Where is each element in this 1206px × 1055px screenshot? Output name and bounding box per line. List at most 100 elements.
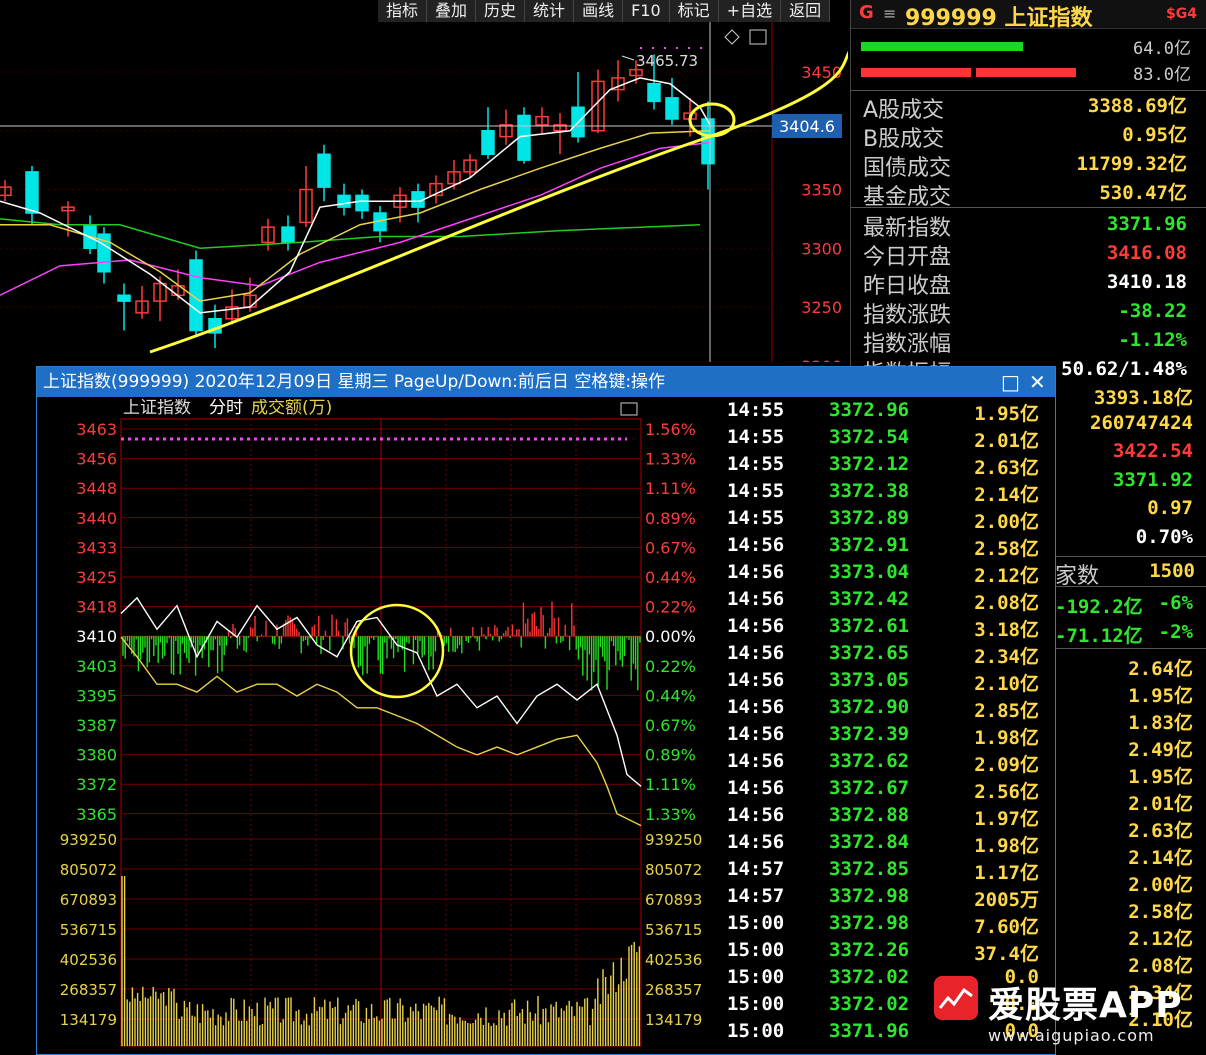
tick-price: 3372.02 [829, 966, 910, 988]
toolbar-button-7[interactable]: +自选 [718, 0, 782, 22]
row-value: 530.47亿 [1099, 182, 1187, 204]
volume-value: 2.01亿 [1128, 793, 1193, 815]
volume-tick-label: 670893 [645, 891, 702, 909]
fund-flow-amount: -192.2亿 [1055, 596, 1143, 618]
group-icon[interactable]: G [859, 2, 874, 23]
pct-tick-label: 1.56% [645, 420, 696, 439]
tick-time: 14:56 [727, 669, 785, 691]
tick-price: 3372.38 [829, 480, 910, 502]
tick-row: 14:56 3372.39 1.98亿 [721, 723, 1053, 750]
mode-label[interactable]: 分时 [209, 399, 243, 418]
tick-volume: 2.14亿 [974, 484, 1039, 506]
tick-price: 3371.96 [829, 1020, 910, 1042]
tick-price: 3372.42 [829, 588, 910, 610]
tick-row: 14:56 3372.88 1.97亿 [721, 804, 1053, 831]
tick-volume: 2.09亿 [974, 754, 1039, 776]
watermark: 爱股票APP www.aigupiao.com [934, 974, 1206, 1053]
candle [571, 72, 585, 143]
volume-value: 1.95亿 [1128, 766, 1193, 788]
tick-price: 3372.84 [829, 831, 910, 853]
pct-tick-label: 0.00% [645, 627, 696, 646]
tick-price: 3372.65 [829, 642, 910, 664]
volume-tick-label: 805072 [645, 861, 702, 879]
pct-tick-label: 1.33% [645, 805, 696, 824]
menu-icon[interactable]: ≡ [883, 4, 896, 23]
diamond-icon[interactable] [724, 29, 740, 45]
tick-price: 3372.88 [829, 804, 910, 826]
toolbar-button-6[interactable]: 标记 [669, 0, 719, 22]
index-row: 指数涨幅 -1.12% [851, 326, 1197, 357]
minimize-button[interactable]: □ [1001, 367, 1020, 397]
tick-volume: 2.58亿 [974, 538, 1039, 560]
tick-row: 14:56 3373.04 2.12亿 [721, 561, 1053, 588]
candlestick-chart[interactable]: 3450340033503300325032003404.63465.73 [0, 22, 848, 362]
trend-line-annotation [149, 50, 848, 354]
tick-time: 14:56 [727, 777, 785, 799]
toolbar-button-1[interactable]: 叠加 [427, 0, 477, 22]
tick-time: 14:55 [727, 507, 785, 529]
candle [355, 189, 369, 219]
price-tick-label: 3380 [76, 746, 117, 765]
volume-unit-label: 成交额(万) [251, 399, 332, 418]
pct-tick-label: 1.33% [645, 450, 696, 469]
tick-price: 3372.96 [829, 399, 910, 421]
pct-tick-label: 0.89% [645, 509, 696, 528]
toolbar-button-3[interactable]: 统计 [525, 0, 575, 22]
tick-volume: 1.97亿 [974, 808, 1039, 830]
tick-list[interactable]: 14:55 3372.96 1.95亿 14:55 3372.54 2.01亿 14:55 3… [721, 399, 1053, 1054]
volume-value: 1.83亿 [1128, 712, 1193, 734]
candle [411, 183, 425, 223]
price-tick-label: 3425 [76, 568, 117, 587]
toolbar-button-0[interactable]: 指标 [378, 0, 428, 22]
row-value: 0.95亿 [1122, 124, 1187, 146]
tick-row: 14:55 3372.89 2.00亿 [721, 507, 1053, 534]
row-label: 最新指数 [863, 216, 952, 241]
volume-value: 2.12亿 [1128, 928, 1193, 950]
candle [25, 166, 39, 225]
tick-price: 3372.91 [829, 534, 910, 556]
flow-bar-value: 83.0亿 [1133, 65, 1191, 85]
y-tick-label: 3450 [801, 63, 842, 82]
tick-row: 14:55 3372.96 1.95亿 [721, 399, 1053, 426]
tick-time: 14:57 [727, 885, 785, 907]
toolbar-button-8[interactable]: 返回 [781, 0, 831, 22]
pct-tick-label: 0.67% [645, 716, 696, 735]
candle [499, 109, 513, 145]
candle [189, 250, 203, 337]
price-tick-label: 3372 [76, 775, 117, 794]
quote-header: G ≡ 999999 上证指数 $G4 [851, 0, 1206, 31]
toolbar-button-2[interactable]: 历史 [476, 0, 526, 22]
index-row: 今日开盘 3416.08 [851, 239, 1197, 270]
row-value: -38.22 [1118, 300, 1187, 322]
fund-flow-pct: -2% [1158, 621, 1193, 643]
toolbar-button-4[interactable]: 画线 [574, 0, 624, 22]
price-tick-label: 3463 [76, 420, 117, 439]
window-titlebar[interactable]: 上证指数(999999) 2020年12月09日 星期三 PageUp/Down… [37, 367, 1055, 397]
volume-tick-label: 670893 [60, 891, 117, 909]
tick-row: 15:00 3372.98 7.60亿 [721, 912, 1053, 939]
tick-price: 3372.61 [829, 615, 910, 637]
tick-price: 3372.90 [829, 696, 910, 718]
pct-tick-label: 0.44% [645, 568, 696, 587]
intraday-chart[interactable]: 上证指数 分时 成交额(万) 3463 1.56% 3456 1.33% 3448 1.11% 3… [37, 399, 721, 1054]
row-label: 国债成交 [863, 156, 952, 181]
stat-value: 260747424 [1090, 411, 1193, 434]
panel-toggle-icon[interactable] [749, 29, 767, 45]
tick-row: 14:56 3372.67 2.56亿 [721, 777, 1053, 804]
tick-time: 14:55 [727, 399, 785, 421]
panel-toggle-icon[interactable] [620, 402, 638, 416]
tick-volume: 2.34亿 [974, 646, 1039, 668]
toolbar-button-5[interactable]: F10 [623, 0, 670, 22]
tick-volume: 37.4亿 [974, 943, 1039, 965]
close-button[interactable]: ✕ [1029, 367, 1046, 397]
volume-value: 2.64亿 [1128, 658, 1193, 680]
tick-row: 14:55 3372.54 2.01亿 [721, 426, 1053, 453]
row-value: 3388.69亿 [1087, 95, 1187, 117]
index-row: 昨日收盘 3410.18 [851, 268, 1197, 299]
volume-tick-label: 805072 [60, 861, 117, 879]
aigupiao-logo-icon [934, 976, 978, 1020]
pct-tick-label: 0.22% [645, 598, 696, 617]
window-title: 上证指数(999999) 2020年12月09日 星期三 PageUp/Down… [43, 372, 666, 392]
high-pointer [621, 55, 635, 61]
tick-row: 14:57 3372.98 2005万 [721, 885, 1053, 912]
